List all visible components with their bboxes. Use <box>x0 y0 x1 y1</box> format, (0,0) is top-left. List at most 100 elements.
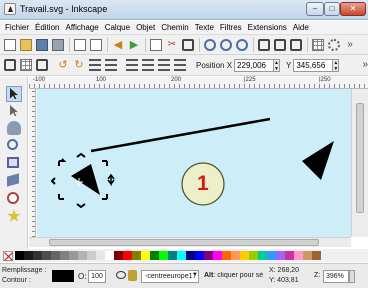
paste-icon[interactable] <box>182 38 194 51</box>
zoom-drawing-icon[interactable] <box>220 38 232 51</box>
export-icon[interactable] <box>90 38 102 51</box>
save-icon[interactable] <box>36 38 48 51</box>
menu-calque[interactable]: Calque <box>103 23 132 32</box>
palette-swatch[interactable] <box>177 251 186 260</box>
star-tool-icon[interactable] <box>7 209 21 222</box>
zoom-page-icon[interactable] <box>236 38 248 51</box>
palette-swatch[interactable] <box>60 251 69 260</box>
select-all-layers-icon[interactable] <box>20 59 32 71</box>
layer-visibility-icon[interactable] <box>116 271 126 279</box>
undo-icon[interactable]: ◀ <box>112 39 124 51</box>
palette-swatch[interactable] <box>87 251 96 260</box>
print-icon[interactable] <box>52 38 64 51</box>
palette-swatch[interactable] <box>150 251 159 260</box>
palette-swatch[interactable] <box>213 251 222 260</box>
palette-swatch[interactable] <box>51 251 60 260</box>
controls-overflow-icon[interactable]: » <box>359 59 368 71</box>
zoom-input[interactable]: 396% <box>323 270 349 283</box>
y-spinner[interactable]: ▲ ▼ <box>333 58 340 72</box>
menu-edition[interactable]: Édition <box>33 23 61 32</box>
no-paint-swatch[interactable] <box>3 250 13 261</box>
palette-swatch[interactable] <box>258 251 267 260</box>
canvas-line[interactable] <box>90 117 271 153</box>
layer-lock-icon[interactable] <box>128 270 137 281</box>
menu-extensions[interactable]: Extensions <box>246 23 289 32</box>
redo-icon[interactable]: ▶ <box>128 39 140 51</box>
layer-dropdown[interactable]: -centreeurope17 <box>141 270 199 283</box>
palette-swatch[interactable] <box>15 251 24 260</box>
palette-swatch[interactable] <box>312 251 321 260</box>
preferences-icon[interactable] <box>328 38 340 51</box>
palette-swatch[interactable] <box>24 251 33 260</box>
palette-swatch[interactable] <box>123 251 132 260</box>
tweak-tool-icon[interactable] <box>7 121 21 135</box>
palette-swatch[interactable] <box>195 251 204 260</box>
group-icon[interactable] <box>290 38 302 51</box>
menu-aide[interactable]: Aide <box>291 23 311 32</box>
rotate-ccw-icon[interactable]: ↺ <box>57 59 69 71</box>
palette-swatch[interactable] <box>204 251 213 260</box>
lower-to-bottom-icon[interactable] <box>174 59 186 71</box>
maximize-button[interactable]: □ <box>324 2 340 16</box>
menu-texte[interactable]: Texte <box>193 23 216 32</box>
palette-swatch[interactable] <box>141 251 150 260</box>
palette-swatch[interactable] <box>42 251 51 260</box>
new-document-icon[interactable] <box>4 38 16 51</box>
palette-swatch[interactable] <box>168 251 177 260</box>
rectangle-tool-icon[interactable] <box>7 157 19 168</box>
raise-icon[interactable] <box>142 59 154 71</box>
palette-swatch[interactable] <box>294 251 303 260</box>
right-triangle[interactable] <box>302 141 334 180</box>
import-icon[interactable] <box>74 38 86 51</box>
fill-stroke-icon[interactable] <box>312 38 324 51</box>
palette-swatch[interactable] <box>33 251 42 260</box>
flip-vertical-icon[interactable] <box>105 59 117 71</box>
horizontal-ruler[interactable]: -100 100 200 |225 |250 <box>29 77 368 89</box>
vertical-scroll-thumb[interactable] <box>356 103 364 213</box>
palette-swatch[interactable] <box>132 251 141 260</box>
palette-swatch[interactable] <box>276 251 285 260</box>
vertical-scrollbar[interactable] <box>351 89 368 237</box>
3d-box-tool-icon[interactable] <box>7 173 19 187</box>
toolbar-overflow-icon[interactable]: » <box>344 39 356 51</box>
menu-objet[interactable]: Objet <box>134 23 157 32</box>
select-all-icon[interactable] <box>4 59 16 71</box>
zoom-spinner[interactable] <box>349 270 355 283</box>
clone-icon[interactable] <box>274 38 286 51</box>
palette-swatch[interactable] <box>303 251 312 260</box>
minimize-button[interactable]: – <box>306 2 324 16</box>
palette-swatch[interactable] <box>159 251 168 260</box>
palette-swatch[interactable] <box>78 251 87 260</box>
palette-swatch[interactable] <box>240 251 249 260</box>
y-position-input[interactable] <box>293 58 334 72</box>
lower-icon[interactable] <box>158 59 170 71</box>
palette-swatch[interactable] <box>186 251 195 260</box>
layer-dropdown-arrow-icon[interactable]: ▼ <box>192 272 198 278</box>
zoom-selection-icon[interactable] <box>204 38 216 51</box>
x-spinner[interactable]: ▲ ▼ <box>274 58 280 72</box>
duplicate-icon[interactable] <box>258 38 270 51</box>
horizontal-scrollbar[interactable] <box>29 237 351 247</box>
palette-swatch[interactable] <box>285 251 294 260</box>
menu-fichier[interactable]: Fichier <box>3 23 31 32</box>
close-button[interactable]: ✕ <box>340 2 366 16</box>
fill-stroke-indicator[interactable] <box>52 270 74 282</box>
vertical-ruler[interactable] <box>29 89 36 237</box>
menu-filtres[interactable]: Filtres <box>218 23 244 32</box>
palette-swatch[interactable] <box>267 251 276 260</box>
flip-horizontal-icon[interactable] <box>89 59 101 71</box>
open-folder-icon[interactable] <box>20 38 32 51</box>
palette-swatch[interactable] <box>69 251 78 260</box>
rotate-cw-icon[interactable]: ↻ <box>73 59 85 71</box>
menu-chemin[interactable]: Chemin <box>159 23 191 32</box>
cut-icon[interactable]: ✂ <box>166 39 178 51</box>
opacity-input[interactable]: 100 <box>88 270 106 283</box>
deselect-icon[interactable] <box>36 59 48 71</box>
copy-icon[interactable] <box>150 38 162 51</box>
menu-affichage[interactable]: Affichage <box>63 23 100 32</box>
zoom-tool-icon[interactable] <box>7 139 18 150</box>
ellipse-tool-icon[interactable] <box>7 192 19 204</box>
node-tool-icon[interactable] <box>7 104 21 118</box>
selected-triangle[interactable] <box>71 164 100 195</box>
raise-to-top-icon[interactable] <box>126 59 138 71</box>
